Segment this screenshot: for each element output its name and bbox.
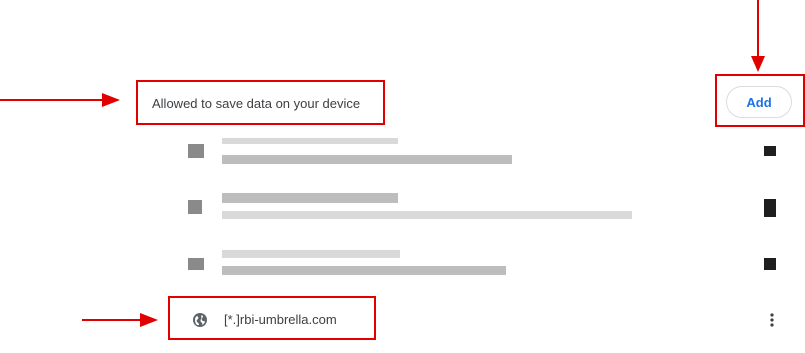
site-icon-obfuscated xyxy=(188,144,204,158)
site-icon-obfuscated xyxy=(188,258,204,270)
more-vert-icon[interactable] xyxy=(760,308,784,332)
obfuscated-text xyxy=(222,155,512,164)
site-label: [*.]rbi-umbrella.com xyxy=(224,312,337,327)
row-action-obfuscated[interactable] xyxy=(764,199,776,217)
site-icon-obfuscated xyxy=(188,200,202,214)
obfuscated-text xyxy=(222,138,398,144)
section-heading: Allowed to save data on your device xyxy=(152,96,361,111)
globe-icon xyxy=(193,313,207,327)
annotation-arrow-heading xyxy=(0,93,120,107)
obfuscated-text xyxy=(222,250,400,258)
row-action-obfuscated[interactable] xyxy=(764,258,776,270)
annotation-arrow-site xyxy=(82,313,158,327)
annotation-arrow-down xyxy=(751,0,765,72)
add-button[interactable]: Add xyxy=(726,86,792,118)
obfuscated-text xyxy=(222,266,506,275)
row-action-obfuscated[interactable] xyxy=(764,146,776,156)
site-data-settings-panel: Allowed to save data on your device Add … xyxy=(0,0,805,353)
obfuscated-text xyxy=(222,211,632,219)
obfuscated-text xyxy=(222,193,398,203)
